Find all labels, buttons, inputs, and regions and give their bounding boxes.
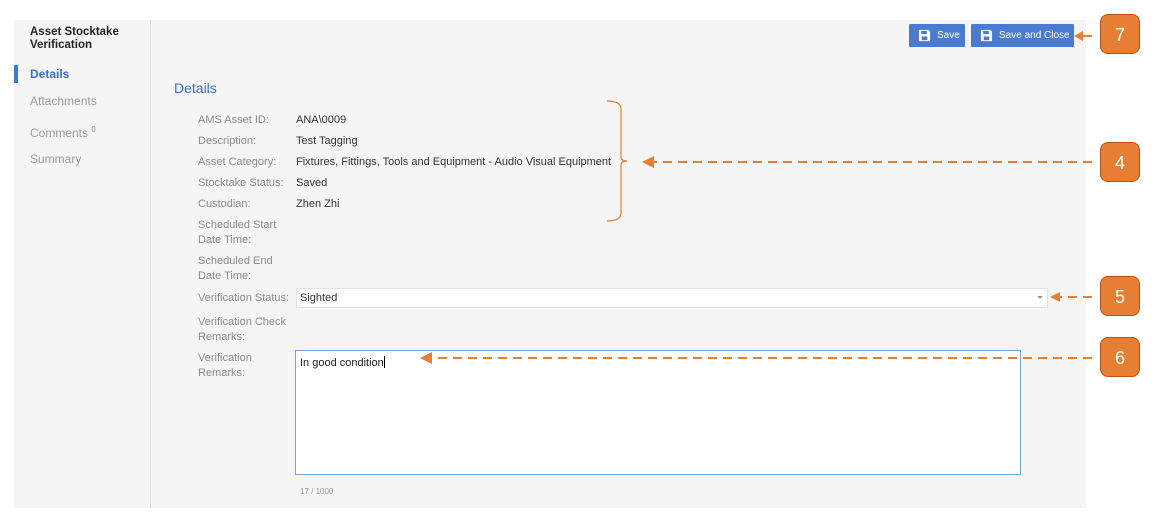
callout-5: 5 [1100, 276, 1140, 316]
callout-6: 6 [1100, 337, 1140, 377]
annotation-overlay [420, 31, 1092, 364]
callout-7: 7 [1100, 14, 1140, 54]
arrow-head-6 [420, 352, 432, 364]
callout-4: 4 [1100, 142, 1140, 182]
arrow-head-4 [642, 156, 654, 168]
arrow-head-7 [1074, 31, 1083, 41]
arrow-head-5 [1050, 292, 1060, 302]
bracket-mark [606, 100, 628, 222]
